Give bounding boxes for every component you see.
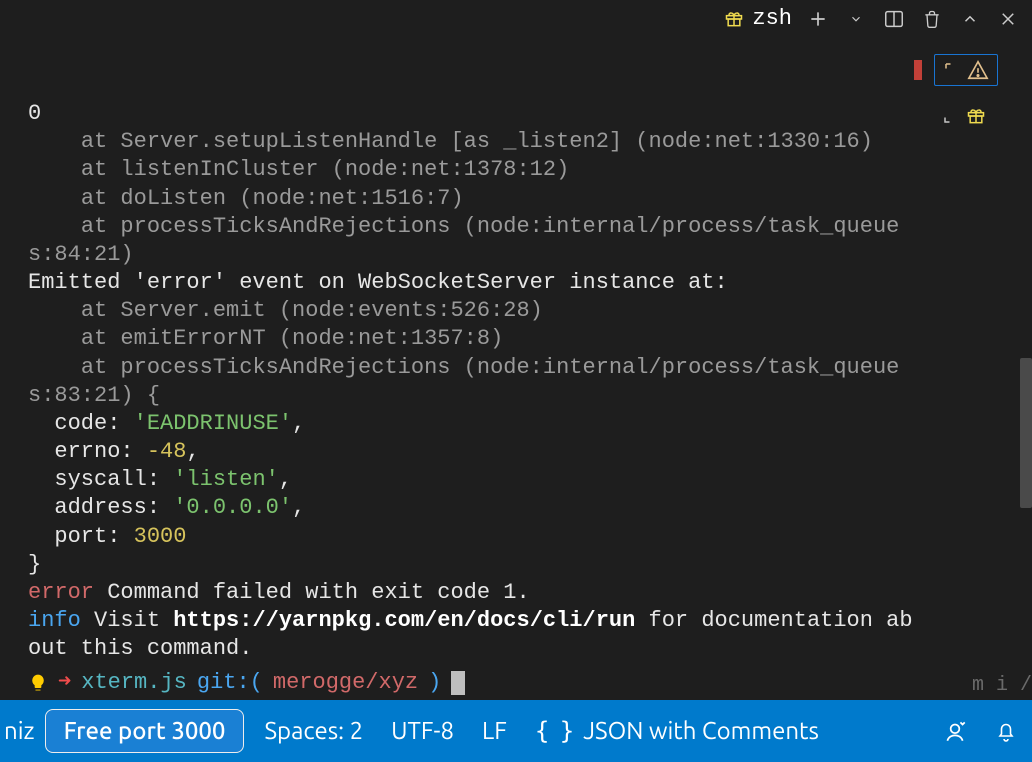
- stack-line: at Server.emit (node:events:526:28): [28, 298, 543, 323]
- terminal-split-pane-2[interactable]: [934, 102, 994, 130]
- stack-line: 0: [28, 101, 41, 126]
- statusbar: niz Free port 3000 Spaces: 2 UTF-8 LF { …: [0, 700, 1032, 762]
- braces-icon: { }: [535, 717, 572, 745]
- err-key: syscall:: [28, 467, 173, 492]
- status-encoding[interactable]: UTF-8: [391, 716, 454, 747]
- stack-line: at processTicksAndRejections (node:inter…: [28, 355, 899, 408]
- err-key: code:: [28, 411, 134, 436]
- warning-icon: [967, 59, 989, 81]
- prompt-git-label: git:(: [197, 669, 263, 697]
- inactive-pane-ghost-text: m i /: [972, 674, 1032, 698]
- terminal-tab-zsh[interactable]: zsh: [724, 5, 792, 33]
- err-key: errno:: [28, 439, 147, 464]
- panel-close-button[interactable]: [996, 7, 1020, 31]
- status-items: Spaces: 2 UTF-8 LF { } JSON with Comment…: [264, 716, 818, 747]
- err-val: 'EADDRINUSE': [134, 411, 292, 436]
- panel-collapse-chevron[interactable]: [958, 7, 982, 31]
- err-val: -48: [147, 439, 187, 464]
- status-left-fragment-text: niz: [0, 716, 39, 747]
- split-terminal-button[interactable]: [882, 7, 906, 31]
- terminal-tabbar: zsh: [0, 0, 1032, 38]
- lightbulb-icon[interactable]: [28, 671, 48, 695]
- info-label: info: [28, 608, 81, 633]
- err-key: port:: [28, 524, 134, 549]
- err-close: }: [28, 552, 41, 577]
- prompt-row: ➜xterm.jsgit:(merogge/xyz): [28, 669, 922, 697]
- free-port-hover-pill[interactable]: Free port 3000: [45, 709, 245, 754]
- error-label: error: [28, 580, 94, 605]
- status-indent[interactable]: Spaces: 2: [264, 716, 363, 747]
- status-left-fragment[interactable]: niz: [0, 700, 39, 762]
- err-val: 3000: [134, 524, 187, 549]
- new-terminal-button[interactable]: [806, 7, 830, 31]
- err-val: '0.0.0.0': [173, 495, 292, 520]
- stack-line: at processTicksAndRejections (node:inter…: [28, 214, 899, 267]
- new-terminal-chevron[interactable]: [844, 7, 868, 31]
- prompt-arrow-icon: ➜: [58, 669, 71, 697]
- info-url[interactable]: https://yarnpkg.com/en/docs/cli/run: [173, 608, 635, 633]
- status-language[interactable]: { } JSON with Comments: [535, 716, 819, 747]
- terminal-cursor: [451, 671, 465, 695]
- stack-line: at Server.setupListenHandle [as _listen2…: [28, 129, 873, 154]
- stack-heading: Emitted 'error' event on WebSocketServer…: [28, 270, 728, 295]
- terminal-tab-label: zsh: [752, 5, 792, 33]
- err-key: address:: [28, 495, 173, 520]
- error-rest: Command failed with exit code 1.: [94, 580, 530, 605]
- stack-line: at emitErrorNT (node:net:1357:8): [28, 326, 503, 351]
- terminal-output[interactable]: 0 at Server.setupListenHandle [as _liste…: [0, 38, 922, 700]
- err-val: 'listen': [173, 467, 279, 492]
- terminal-split-pane-1[interactable]: [934, 54, 998, 86]
- notifications-icon[interactable]: [994, 719, 1018, 743]
- gift-icon: [966, 106, 986, 126]
- prompt-project: xterm.js: [81, 669, 187, 697]
- stack-line: at doListen (node:net:1516:7): [28, 186, 464, 211]
- feedback-icon[interactable]: [942, 718, 968, 744]
- terminal-split-list: m i /: [922, 38, 1032, 700]
- gift-icon: [724, 9, 744, 29]
- kill-terminal-button[interactable]: [920, 7, 944, 31]
- stack-line: at listenInCluster (node:net:1378:12): [28, 157, 569, 182]
- status-eol[interactable]: LF: [482, 716, 507, 747]
- terminal-scrollbar[interactable]: [1020, 358, 1032, 508]
- prompt-branch: merogge/xyz: [273, 669, 418, 697]
